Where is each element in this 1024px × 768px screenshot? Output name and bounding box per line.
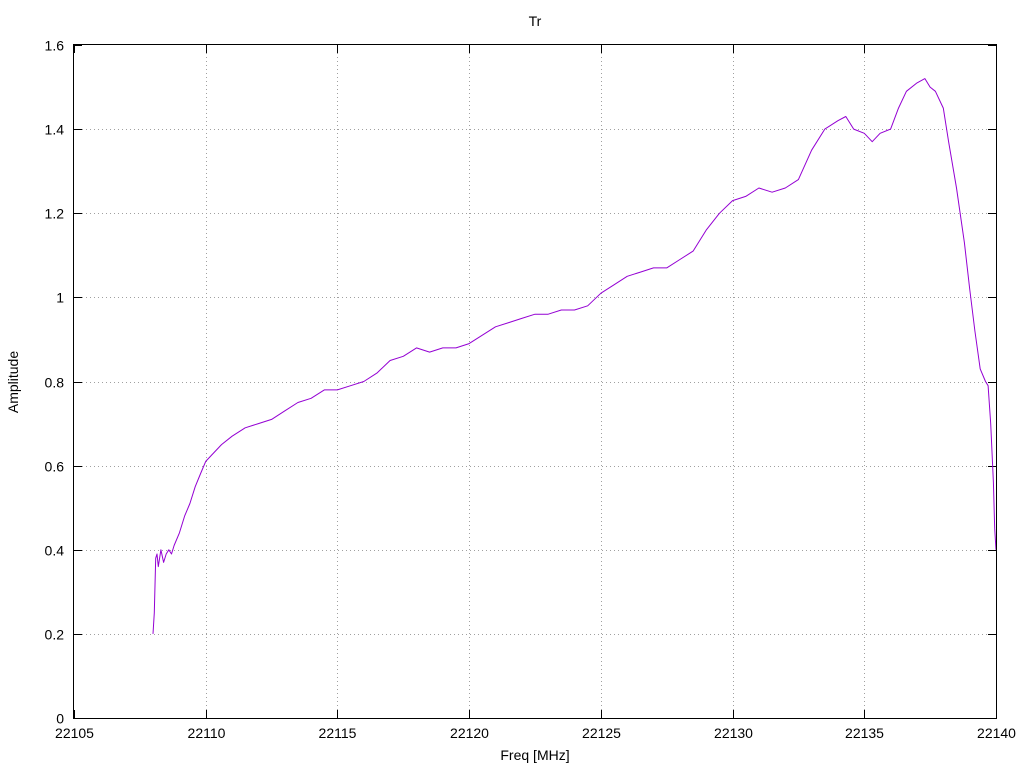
x-tick-label: 22135 (845, 725, 884, 741)
y-tick-label: 0.6 (45, 459, 65, 475)
y-axis-label: Amplitude (5, 351, 21, 413)
y-tick-label: 1.4 (45, 122, 65, 138)
x-tick-label: 22130 (714, 725, 753, 741)
x-tick-label: 22140 (977, 725, 1016, 741)
x-axis-ticks: 22105 22110 22115 22120 22125 22130 22135 22140 (55, 45, 1016, 741)
plot-frame (73, 44, 997, 719)
x-tick-label: 22110 (188, 725, 226, 741)
x-tick-label: 22115 (319, 725, 357, 741)
y-axis-ticks: 00.20.40.60.811.21.41.6 (45, 38, 996, 727)
x-tick-label: 22125 (582, 725, 621, 741)
line-chart: Tr 00.20.40.60.811.21.41.6 22105 22110 221… (5, 13, 1016, 763)
y-tick-label: 0.2 (45, 627, 65, 643)
x-tick-label: 22120 (450, 725, 489, 741)
grid-lines (74, 45, 996, 718)
chart-title: Tr (529, 13, 542, 29)
y-tick-label: 1.2 (45, 206, 65, 222)
y-tick-label: 0.4 (45, 543, 65, 559)
x-tick-label: 22105 (55, 725, 94, 741)
y-tick-label: 1.6 (45, 38, 65, 54)
y-tick-label: 0.8 (45, 375, 65, 391)
y-tick-label: 1 (56, 290, 64, 306)
x-axis-label: Freq [MHz] (500, 747, 569, 763)
